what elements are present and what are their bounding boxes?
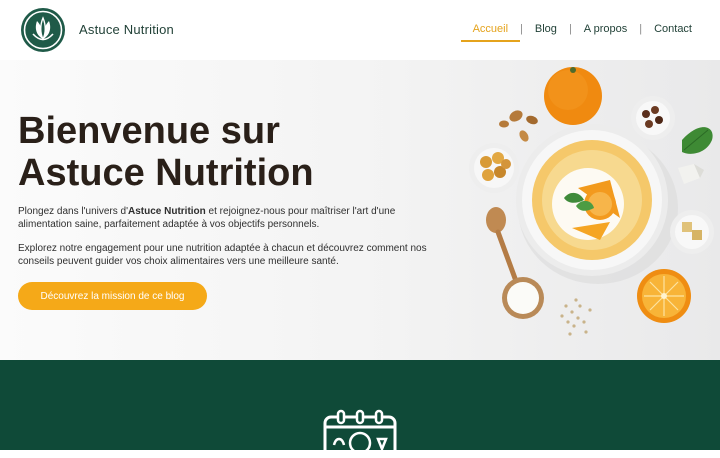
- brand-name[interactable]: Astuce Nutrition: [79, 22, 174, 37]
- healthy-food-bowl-image: [460, 60, 720, 360]
- intro-text-start: Plongez dans l'univers d': [18, 206, 128, 217]
- hero-section: Bienvenue sur Astuce Nutrition Plongez d…: [0, 60, 720, 360]
- mission-cta-button[interactable]: Découvrez la mission de ce blog: [18, 282, 207, 310]
- nav-separator: |: [520, 23, 523, 35]
- nav-blog[interactable]: Blog: [535, 23, 557, 35]
- leaf-logo-icon[interactable]: [20, 7, 66, 53]
- nav-separator: |: [639, 23, 643, 35]
- calendar-food-icon: [322, 409, 398, 458]
- site-header: Astuce Nutrition Accueil | Blog | A prop…: [0, 0, 720, 60]
- hero-engagement-text: Explorez notre engagement pour une nutri…: [18, 243, 427, 267]
- main-nav: Accueil | Blog | A propos | Contact: [460, 23, 692, 42]
- nav-separator: |: [568, 23, 572, 35]
- hero-title-line2: Astuce Nutrition: [18, 152, 314, 194]
- nav-accueil[interactable]: Accueil: [460, 23, 521, 42]
- hero-intro-text: Plongez dans l'univers d'Astuce Nutritio…: [18, 206, 438, 231]
- hero-title-line1: Bienvenue sur: [18, 110, 280, 152]
- nav-a-propos[interactable]: A propos: [584, 23, 627, 35]
- hero-title: Bienvenue sur Astuce Nutrition: [18, 110, 314, 194]
- intro-brand-bold: Astuce Nutrition: [128, 206, 206, 217]
- nav-contact[interactable]: Contact: [654, 23, 692, 35]
